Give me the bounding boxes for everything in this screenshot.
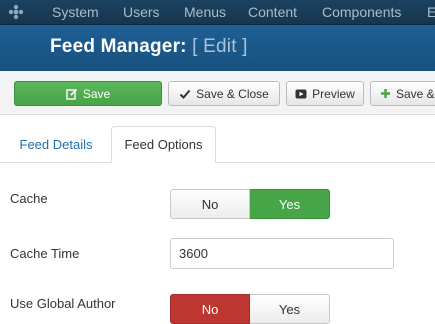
edit-icon: [66, 88, 78, 100]
cache-no-option[interactable]: No: [170, 189, 250, 219]
menu-system[interactable]: System: [52, 3, 99, 21]
save-close-button[interactable]: Save & Close: [168, 81, 280, 106]
menu-components[interactable]: Components: [322, 3, 401, 21]
save-new-button[interactable]: Save &: [370, 81, 435, 106]
menu-menus[interactable]: Menus: [184, 3, 226, 21]
page-title: Feed Manager: [ Edit ]: [50, 36, 248, 58]
check-icon: [179, 88, 191, 100]
cache-yes-option[interactable]: Yes: [250, 189, 330, 219]
toolbar: Save Save & Close Preview Save &: [0, 71, 435, 115]
cache-label: Cache: [10, 191, 48, 206]
use-global-author-label: Use Global Author: [10, 296, 116, 311]
page-title-text: Feed Manager:: [50, 36, 187, 57]
page-title-mode: [ Edit ]: [192, 36, 248, 57]
menu-users[interactable]: Users: [123, 3, 160, 21]
save-button[interactable]: Save: [14, 81, 162, 106]
save-close-button-label: Save & Close: [196, 86, 269, 101]
top-menu-bar: System Users Menus Content Components E: [0, 0, 435, 25]
cache-toggle: No Yes: [170, 189, 330, 219]
menu-content[interactable]: Content: [248, 3, 297, 21]
plus-icon: [380, 88, 391, 99]
cache-time-label: Cache Time: [10, 246, 80, 261]
cache-time-input[interactable]: [170, 238, 394, 269]
save-button-label: Save: [82, 86, 111, 101]
preview-button-label: Preview: [312, 86, 355, 101]
play-icon: [295, 88, 307, 100]
tab-feed-options[interactable]: Feed Options: [111, 126, 216, 163]
joomla-logo-icon[interactable]: [8, 4, 24, 20]
menu-extensions[interactable]: E: [427, 3, 435, 21]
preview-button[interactable]: Preview: [286, 81, 364, 106]
page-header: Feed Manager: [ Edit ]: [0, 25, 435, 71]
save-new-button-label: Save &: [396, 86, 435, 101]
tab-feed-details[interactable]: Feed Details: [10, 126, 102, 163]
